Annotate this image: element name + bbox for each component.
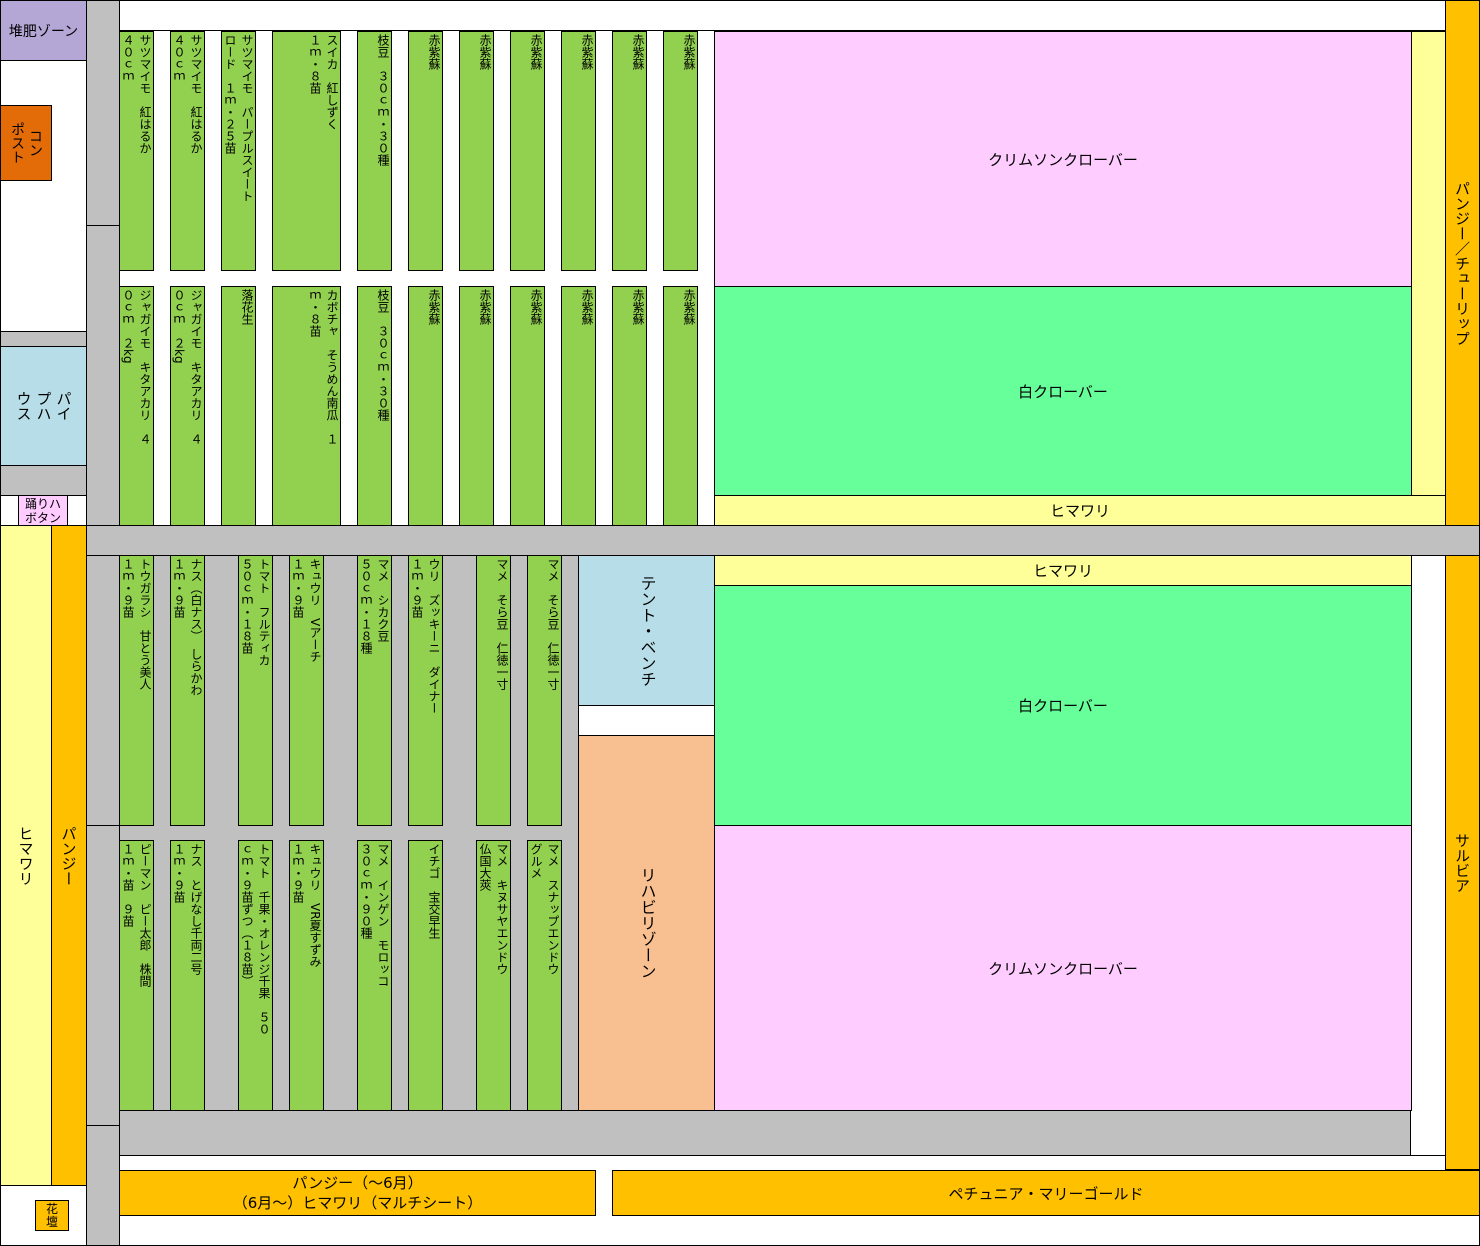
bed-r2-9: 赤紫蘇 xyxy=(561,286,596,526)
bottom-path xyxy=(119,1110,1411,1156)
himawari-top: ヒマワリ xyxy=(714,495,1446,526)
salvia-strip: サルビア xyxy=(1445,555,1480,1170)
left-path-upper xyxy=(86,225,120,526)
bed-r1-6: 赤紫蘇 xyxy=(408,31,443,271)
bed-r3-2: ナス（白ナス） しらかわ １ｍ・９苗 xyxy=(170,555,205,826)
bed-r2-3: 落花生 xyxy=(221,286,256,526)
bed-r2-8: 赤紫蘇 xyxy=(510,286,545,526)
bed-r2-10: 赤紫蘇 xyxy=(612,286,647,526)
bed-r3-7: マメ そら豆 仁徳一寸 xyxy=(476,555,511,826)
bed-r4-5: マメ インゲン モロッコ ３０ｃｍ・９０種 xyxy=(357,840,392,1111)
bed-r2-4: カボチャ そうめん南瓜 １ ｍ・８苗 xyxy=(272,286,341,526)
bed-r2-2: ジャガイモ キタアカリ ４ ０ｃｍ ２kg xyxy=(170,286,205,526)
compost-zone: 堆肥ゾーン xyxy=(0,0,87,61)
himawari-mid: ヒマワリ xyxy=(714,555,1412,586)
bed-r3-1: トウガラシ 甘とう美人 １ｍ・９苗 xyxy=(119,555,154,826)
bed-r4-7: マメ キヌサヤエンドウ 仏国大莢 xyxy=(476,840,511,1111)
left-path-mid xyxy=(86,825,120,1126)
bed-r1-4: スイカ 紅しずく １ｍ・８苗 xyxy=(272,31,341,271)
bed-r2-1: ジャガイモ キタアカリ ４ ０ｃｍ ２kg xyxy=(119,286,154,526)
pipe-house-bottom-strip xyxy=(0,465,87,496)
bed-r1-2: サツマイモ 紅はるか ４０ｃｍ xyxy=(170,31,205,271)
flowerbed: 花 壇 xyxy=(35,1200,69,1231)
white-clover-top: 白クローバー xyxy=(714,286,1412,496)
pipe-house-top-strip xyxy=(0,331,87,347)
left-path-top xyxy=(86,0,120,226)
pansy-tulip-strip: パンジー／チューリップ xyxy=(1445,0,1480,526)
crimson-clover-bottom: クリムソンクローバー xyxy=(714,825,1412,1111)
compost: コン ポスト xyxy=(0,105,52,181)
himawari-left: ヒマワリ xyxy=(0,525,52,1186)
bed-r3-4: キュウリ Vアーチ １ｍ・９苗 xyxy=(289,555,324,826)
bed-r1-9: 赤紫蘇 xyxy=(561,31,596,271)
bed-r1-10: 赤紫蘇 xyxy=(612,31,647,271)
bed-r3-5: マメ シカク豆 ５０ｃｍ・１８種 xyxy=(357,555,392,826)
bottom-right-strip: ペチュニア・マリーゴールド xyxy=(612,1170,1480,1216)
bed-r4-2: ナス とげなし千両二号 １ｍ・９苗 xyxy=(170,840,205,1111)
white-clover-bottom: 白クローバー xyxy=(714,585,1412,826)
bed-r2-7: 赤紫蘇 xyxy=(459,286,494,526)
bed-r1-5: 枝豆 ３０ｃｍ・３０種 xyxy=(357,31,392,271)
bed-r4-6: イチゴ 宝交早生 xyxy=(408,840,443,1111)
bed-r2-6: 赤紫蘇 xyxy=(408,286,443,526)
left-path-lower xyxy=(86,555,120,826)
bed-r1-11: 赤紫蘇 xyxy=(663,31,698,271)
bed-r2-11: 赤紫蘇 xyxy=(663,286,698,526)
left-open-area xyxy=(0,60,87,332)
bed-r1-3: サツマイモ パープルスイート ロード １ｍ・２５苗 xyxy=(221,31,256,271)
pansy-left: パンジー xyxy=(51,525,87,1186)
tent-gap xyxy=(578,705,715,736)
rehab-zone: リハビリゾーン xyxy=(578,735,715,1111)
bed-r4-3: トマト 千果・オレンジ千果 ５０ ｃｍ・９苗ずつ（１８苗） xyxy=(238,840,273,1111)
bed-r3-3: トマト フルティカ ５０ｃｍ・１８苗 xyxy=(238,555,273,826)
bottom-left-strip: パンジー（～6月） （6月～）ヒマワリ（マルチシート） xyxy=(119,1170,596,1216)
central-path xyxy=(86,525,1480,556)
crimson-clover-top: クリムソンクローバー xyxy=(714,31,1412,287)
left-path-bottom xyxy=(86,1125,120,1246)
bed-r4-4: キュウリ VR夏すずみ １ｍ・９苗 xyxy=(289,840,324,1111)
tent-bench: テント・ベンチ xyxy=(578,555,715,706)
bed-r2-5: 枝豆 ３０ｃｍ・３０種 xyxy=(357,286,392,526)
odoriko-bed: 踊りハ ボタン xyxy=(18,495,68,526)
bed-r3-6: ウリ ズッキーニ ダイナー １ｍ・９苗 xyxy=(408,555,443,826)
bed-r1-8: 赤紫蘇 xyxy=(510,31,545,271)
bed-r4-8: マメ スナップエンドウ グルメ xyxy=(527,840,562,1111)
bed-r1-7: 赤紫蘇 xyxy=(459,31,494,271)
bed-r3-8: マメ そら豆 仁徳一寸 xyxy=(527,555,562,826)
bed-r4-1: ピーマン ピー太郎 株間 １ｍ・苗 ９苗 xyxy=(119,840,154,1111)
bed-r1-1: サツマイモ 紅はるか ４０ｃｍ xyxy=(119,31,154,271)
top-border-strip xyxy=(119,0,1446,31)
pipe-house: パイ プハ ウス xyxy=(0,346,87,466)
